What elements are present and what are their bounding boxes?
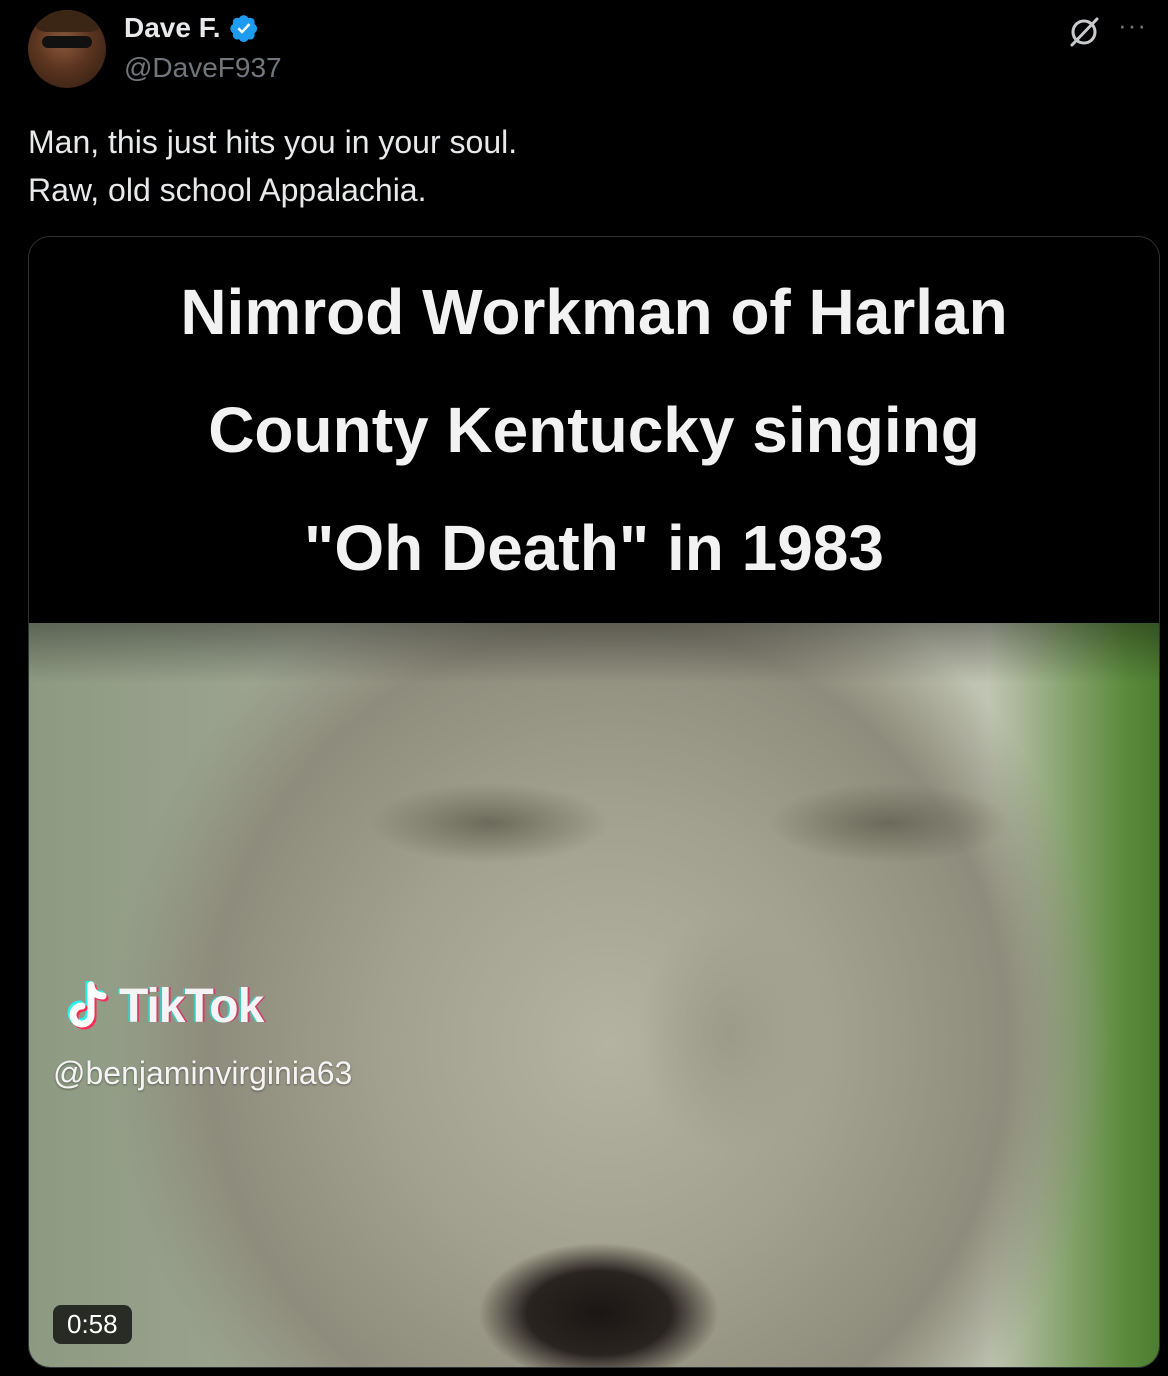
video-duration-badge: 0:58 (53, 1305, 132, 1344)
grok-icon[interactable] (1066, 14, 1102, 50)
video-frame-shade (29, 623, 1159, 683)
verified-badge-icon (229, 15, 257, 42)
avatar-hat (36, 10, 100, 32)
author-name-row: Dave F. (124, 12, 259, 44)
author-display-name[interactable]: Dave F. (124, 12, 221, 44)
video-caption-line: County Kentucky singing (208, 394, 980, 466)
tweet-text: Man, this just hits you in your soul. Ra… (28, 124, 518, 208)
video-caption-line: Nimrod Workman of Harlan (180, 276, 1008, 348)
tiktok-logo-icon (67, 980, 109, 1029)
author-handle[interactable]: @DaveF937 (124, 52, 282, 84)
avatar-glasses (42, 36, 92, 48)
more-icon[interactable]: ··· (1118, 12, 1158, 38)
video-caption-line: "Oh Death" in 1983 (304, 512, 884, 584)
video-player[interactable]: Nimrod Workman of Harlan County Kentucky… (28, 236, 1160, 1368)
author-avatar[interactable] (28, 10, 106, 88)
tiktok-username: @benjaminvirginia63 (53, 1055, 353, 1091)
tiktok-watermark: TikTok (65, 979, 264, 1034)
video-caption: Nimrod Workman of Harlan County Kentucky… (29, 237, 1159, 623)
tiktok-brand-label: TikTok (119, 980, 264, 1033)
